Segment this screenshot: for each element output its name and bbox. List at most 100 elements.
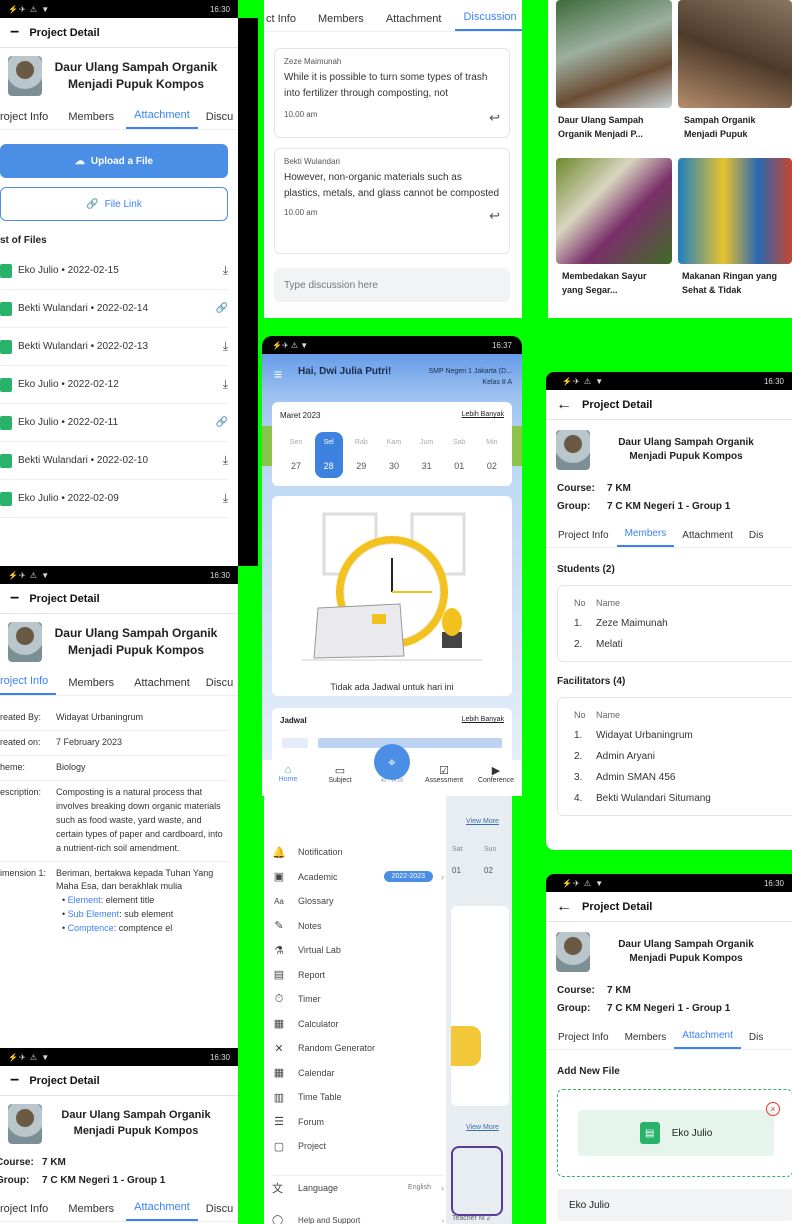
menu-hamburger-icon[interactable]: ≡ bbox=[274, 366, 282, 382]
file-row[interactable]: Eko Julio • 2022-02-11 🔗 bbox=[0, 404, 228, 442]
tab-project-info[interactable]: ct Info bbox=[264, 13, 304, 31]
more-link[interactable]: Lebih Banyak bbox=[462, 411, 504, 418]
facilitator-name: Widayat Urbaningrum bbox=[596, 730, 693, 741]
menu-item[interactable]: ▦ Calculator bbox=[272, 1012, 444, 1037]
discussion-input[interactable]: Type discussion here bbox=[274, 268, 510, 302]
tab-project-info[interactable]: roject Info bbox=[0, 675, 57, 695]
file-link-button[interactable]: 🔗 File Link bbox=[0, 187, 228, 221]
tab-attachment[interactable]: Attachment bbox=[674, 530, 741, 547]
tab-members[interactable]: Members bbox=[617, 1032, 675, 1049]
tab-members[interactable]: Members bbox=[310, 13, 372, 31]
menu-item[interactable]: ▥ Time Table bbox=[272, 1085, 444, 1110]
download-icon[interactable]: ⤓ bbox=[223, 453, 228, 468]
tab-attachment[interactable]: Attachment bbox=[674, 1030, 741, 1049]
nav-item[interactable]: ⌂ Home bbox=[264, 764, 312, 784]
attachment-list-screen: ⚡✈ ⚠ ▼ 16:30 − Project Detail Daur Ulang S… bbox=[0, 0, 238, 545]
back-arrow-icon[interactable]: ← bbox=[556, 396, 572, 414]
day-item[interactable]: Sel 28 bbox=[314, 432, 343, 478]
file-row[interactable]: Bekti Wulandari • 2022-02-13 ⤓ bbox=[0, 328, 228, 366]
menu-item[interactable]: ▦ Calendar bbox=[272, 1061, 444, 1086]
help-row[interactable]: ◯ Help and Support › bbox=[272, 1210, 444, 1224]
nav-item[interactable]: ▶ Conference bbox=[472, 764, 520, 784]
tab-project-info[interactable]: roject Info bbox=[0, 1203, 56, 1221]
gallery-card[interactable]: Sampah Organik Menjadi Pupuk bbox=[678, 0, 792, 146]
download-icon[interactable]: ⤓ bbox=[223, 339, 228, 354]
reply-icon[interactable]: ↩ bbox=[489, 110, 500, 126]
day-item[interactable]: Jum 31 bbox=[413, 432, 441, 478]
file-row[interactable]: Eko Julio • 2022-02-15 ⤓ bbox=[0, 252, 228, 290]
comptence-link[interactable]: Comptence bbox=[68, 923, 114, 933]
menu-item[interactable]: ✎ Notes bbox=[272, 914, 444, 939]
tab-discussion[interactable]: Discu bbox=[198, 111, 238, 129]
tab-project-info[interactable]: Project Info bbox=[550, 1032, 617, 1049]
trophy-graphic bbox=[451, 1026, 481, 1066]
day-item[interactable]: Sab 01 bbox=[445, 432, 473, 478]
back-arrow-icon[interactable]: ← bbox=[556, 898, 572, 916]
link-icon[interactable]: 🔗 bbox=[216, 303, 228, 314]
element-link[interactable]: Element bbox=[68, 895, 101, 905]
school-info: SMP Negeri 1 Jakarta (D... Kelas 8 A bbox=[428, 368, 512, 387]
file-name-field[interactable]: Eko Julio bbox=[557, 1189, 792, 1221]
tab-members[interactable]: Members bbox=[60, 111, 122, 129]
download-icon[interactable]: ⤓ bbox=[223, 377, 228, 392]
menu-item[interactable]: ⏱ Timer bbox=[272, 987, 444, 1012]
menu-item[interactable]: ☰ Forum bbox=[272, 1110, 444, 1135]
file-row[interactable]: Bekti Wulandari • 2022-02-14 🔗 bbox=[0, 290, 228, 328]
view-more-link[interactable]: View More bbox=[466, 818, 499, 825]
day-item[interactable]: Rab 29 bbox=[347, 432, 375, 478]
gallery-card[interactable]: Membedakan Sayur yang Segar... bbox=[556, 158, 672, 304]
remove-file-icon[interactable]: × bbox=[766, 1102, 780, 1116]
view-more-link[interactable]: View More bbox=[466, 1124, 499, 1131]
day-item[interactable]: Min 02 bbox=[478, 432, 506, 478]
gallery-card[interactable]: Daur Ulang Sampah Organik Menjadi P... bbox=[556, 0, 672, 146]
download-icon[interactable]: ⤓ bbox=[223, 491, 228, 506]
menu-item[interactable]: ▢ Project bbox=[272, 1134, 444, 1159]
gallery-title: Membedakan Sayur yang Segar... bbox=[562, 271, 647, 295]
back-arrow-icon[interactable]: − bbox=[10, 590, 19, 608]
language-row[interactable]: 文 Language English › bbox=[272, 1175, 444, 1199]
tab-project-info[interactable]: roject Info bbox=[0, 111, 56, 129]
day-item[interactable]: Kam 30 bbox=[380, 432, 408, 478]
file-row[interactable]: Eko Julio • 2022-02-09 ⤓ bbox=[0, 480, 228, 518]
sub-element-link[interactable]: Sub Element bbox=[68, 909, 120, 919]
nav-item[interactable]: ☑ Assessment bbox=[420, 764, 468, 784]
menu-item[interactable]: ✕ Random Generator bbox=[272, 1036, 444, 1061]
tab-discussion[interactable]: Discu bbox=[198, 677, 238, 695]
tab-members[interactable]: Members bbox=[60, 677, 122, 695]
file-row[interactable]: Bekti Wulandari • 2022-02-10 ⤓ bbox=[0, 442, 228, 480]
tab-members[interactable]: Members bbox=[60, 1203, 122, 1221]
reply-icon[interactable]: ↩ bbox=[489, 208, 500, 224]
back-arrow-icon[interactable]: − bbox=[10, 24, 19, 42]
status-icons: ⚡✈ ⚠ ▼ bbox=[562, 878, 605, 888]
forum-icon: ☰ bbox=[274, 1116, 284, 1129]
back-arrow-icon[interactable]: − bbox=[10, 1072, 19, 1090]
tab-attachment[interactable]: Attachment bbox=[126, 109, 198, 129]
tab-discussion[interactable]: Dis bbox=[741, 530, 771, 547]
download-icon[interactable]: ⤓ bbox=[223, 263, 228, 278]
tab-attachment[interactable]: Attachment bbox=[126, 1201, 198, 1221]
tab-attachment[interactable]: Attachment bbox=[126, 677, 198, 695]
tab-discussion[interactable]: Discussion bbox=[455, 11, 522, 31]
tab-project-info[interactable]: Project Info bbox=[550, 530, 617, 547]
upload-file-button[interactable]: ☁ Upload a File bbox=[0, 144, 228, 178]
academic-year-badge[interactable]: 2022-2023 bbox=[383, 871, 433, 883]
menu-item[interactable]: ▣ Academic 2022-2023 › bbox=[272, 865, 444, 890]
tab-members[interactable]: Members bbox=[616, 528, 675, 547]
glossary-icon: Aa bbox=[274, 896, 284, 906]
scan-icon[interactable]: ⌖ bbox=[374, 744, 410, 780]
link-icon[interactable]: 🔗 bbox=[216, 417, 228, 428]
menu-item[interactable]: 🔔 Notification bbox=[272, 840, 444, 865]
nav-item[interactable]: ▭ Subject bbox=[316, 764, 364, 784]
menu-item[interactable]: ▤ Report bbox=[272, 963, 444, 988]
gallery-card[interactable]: Makanan Ringan yang Sehat & Tidak bbox=[678, 158, 792, 304]
tab-discussion[interactable]: Dis bbox=[741, 1032, 771, 1049]
tab-discussion[interactable]: Discu bbox=[198, 1203, 238, 1221]
menu-item[interactable]: Aa Glossary bbox=[272, 889, 444, 914]
menu-item[interactable]: ⚗ Virtual Lab bbox=[272, 938, 444, 963]
more-link[interactable]: Lebih Banyak bbox=[462, 716, 504, 723]
file-row[interactable]: Eko Julio • 2022-02-12 ⤓ bbox=[0, 366, 228, 404]
dimension-value: Beriman, bertakwa kepada Tuhan Yang Maha… bbox=[56, 867, 214, 934]
day-item[interactable]: Sen 27 bbox=[282, 432, 310, 478]
file-drop-zone[interactable]: ▤ Eko Julio × bbox=[557, 1089, 792, 1177]
tab-attachment[interactable]: Attachment bbox=[378, 13, 450, 31]
